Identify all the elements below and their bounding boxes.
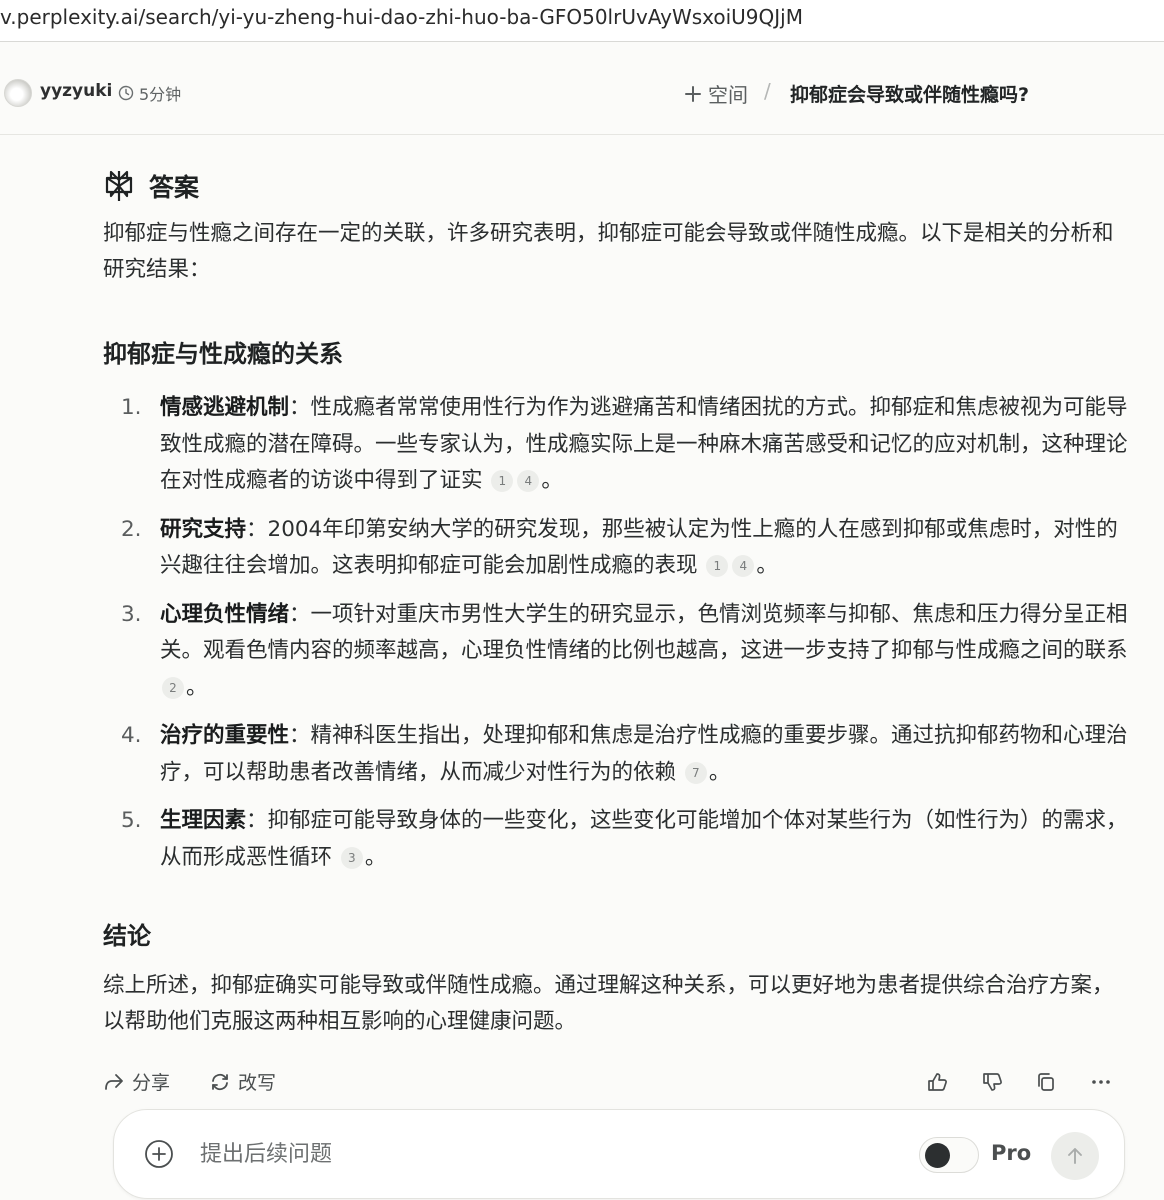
plus-icon (685, 85, 701, 102)
citation-badge[interactable]: 1 (706, 555, 729, 577)
citation-badge[interactable]: 3 (340, 846, 363, 869)
time-text: 5分钟 (139, 85, 182, 104)
more-button[interactable] (1087, 1068, 1115, 1096)
item-end: 。 (364, 844, 387, 870)
item-number: 4. (121, 723, 142, 748)
thread-header: yyzyuki 5分钟 空间 / 抑郁症会导致或伴随性瘾吗? (0, 43, 1164, 135)
item-end: 。 (756, 553, 778, 578)
item-title: 研究支持 (160, 516, 247, 542)
item-title: 心理负性情绪 (160, 601, 290, 627)
conclusion-paragraph: 综上所述，抑郁症确实可能导致或伴随性成瘾。通过理解这种关系，可以更好地为患者提供… (103, 973, 1114, 1034)
thread-time: 5分钟 (118, 81, 181, 105)
breadcrumb-separator: / (764, 79, 771, 103)
answer-heading: 答案 (103, 160, 1133, 212)
follow-up-composer: Pro (113, 1109, 1125, 1199)
rewrite-label: 改写 (238, 1072, 277, 1094)
item-title: 治疗的重要性 (160, 723, 290, 748)
arrow-up-icon (1068, 1148, 1082, 1164)
rewrite-button[interactable]: 改写 (209, 1068, 276, 1095)
pro-label: Pro (991, 1141, 1032, 1165)
item-number: 5. (121, 808, 142, 833)
citation-badge[interactable]: 2 (162, 676, 184, 699)
address-bar[interactable]: v.perplexity.ai/search/yi-yu-zheng-hui-d… (0, 0, 1164, 42)
item-number: 1. (121, 395, 142, 420)
avatar[interactable] (4, 79, 32, 107)
item-number: 3. (121, 601, 142, 627)
item-text: ：一项针对重庆市男性大学生的研究显示，色情浏览频率与抑郁、焦虑和压力得分呈正相关… (160, 601, 1128, 664)
perplexity-logo-icon (105, 170, 133, 201)
answer-actions: 分享 改写 (103, 1064, 1123, 1098)
list-item: 4. 治疗的重要性：精神科医生指出，处理抑郁和焦虑是治疗性成瘾的重要步骤。通过抗… (103, 718, 1133, 791)
space-button[interactable]: 空间 (684, 79, 748, 108)
citation-badge[interactable]: 4 (517, 470, 540, 492)
answer-title: 答案 (149, 173, 200, 202)
list-item: 3. 心理负性情绪：一项针对重庆市男性大学生的研究显示，色情浏览频率与抑郁、焦虑… (103, 597, 1133, 707)
item-text: ：性成瘾者常常使用性行为作为逃避痛苦和情绪困扰的方式。抑郁症和焦虑被视为可能导致… (160, 395, 1128, 493)
space-label: 空间 (708, 83, 748, 107)
username[interactable]: yyzyuki (40, 81, 112, 101)
citation-badge[interactable]: 1 (491, 470, 514, 492)
list-item: 5. 生理因素：抑郁症可能导致身体的一些变化，这些变化可能增加个体对某些行为（如… (103, 803, 1133, 876)
item-end: 。 (708, 759, 731, 785)
thread-title[interactable]: 抑郁症会导致或伴随性瘾吗? (790, 80, 1029, 107)
answer-content: 答案 抑郁症与性瘾之间存在一定的关联，许多研究表明，抑郁症可能会导致或伴随性成瘾… (103, 160, 1133, 1040)
list-item: 1. 情感逃避机制：性成瘾者常常使用性行为作为逃避痛苦和情绪困扰的方式。抑郁症和… (103, 390, 1133, 500)
copy-icon (1038, 1073, 1054, 1091)
item-text: ：2004年印第安纳大学的研究发现，那些被认定为性上瘾的人在感到抑郁或焦虑时，对… (160, 516, 1118, 579)
send-button[interactable] (1051, 1132, 1099, 1180)
pro-toggle[interactable] (919, 1137, 979, 1173)
share-label: 分享 (132, 1072, 171, 1094)
item-title: 生理因素 (160, 808, 247, 833)
follow-up-input[interactable] (200, 1134, 800, 1174)
thumbs-down-button[interactable] (978, 1068, 1006, 1096)
item-title: 情感逃避机制 (160, 395, 290, 420)
thumbs-down-icon (983, 1073, 1002, 1091)
intro-paragraph: 抑郁症与性瘾之间存在一定的关联，许多研究表明，抑郁症可能会导致或伴随性成瘾。以下… (103, 221, 1114, 282)
item-end: 。 (541, 468, 563, 493)
item-text: ：抑郁症可能导致身体的一些变化，这些变化可能增加个体对某些行为（如性行为）的需求… (160, 808, 1128, 870)
item-end: 。 (186, 674, 208, 700)
thumbs-up-icon (928, 1073, 947, 1091)
clock-icon (118, 85, 134, 101)
list-item: 2. 研究支持：2004年印第安纳大学的研究发现，那些被认定为性上瘾的人在感到抑… (103, 512, 1133, 585)
item-number: 2. (121, 516, 142, 542)
share-icon (105, 1073, 123, 1090)
url-text: v.perplexity.ai/search/yi-yu-zheng-hui-d… (0, 5, 803, 29)
findings-list: 1. 情感逃避机制：性成瘾者常常使用性行为作为逃避痛苦和情绪困扰的方式。抑郁症和… (103, 390, 1133, 876)
attach-button[interactable] (144, 1139, 174, 1173)
copy-button[interactable] (1032, 1068, 1060, 1096)
citation-badge[interactable]: 7 (684, 761, 707, 784)
pro-toggle-knob (925, 1143, 950, 1168)
item-text: ：精神科医生指出，处理抑郁和焦虑是治疗性成瘾的重要步骤。通过抗抑郁药物和心理治疗… (160, 723, 1128, 785)
thumbs-up-button[interactable] (923, 1068, 951, 1096)
citation-badge[interactable]: 4 (732, 555, 755, 577)
more-icon (1092, 1080, 1110, 1084)
attach-plus-icon (145, 1140, 173, 1168)
section-heading-conclusion: 结论 (103, 922, 151, 950)
rewrite-icon (212, 1073, 228, 1090)
share-button[interactable]: 分享 (103, 1068, 170, 1095)
section-heading-relationship: 抑郁症与性成瘾的关系 (103, 340, 343, 368)
